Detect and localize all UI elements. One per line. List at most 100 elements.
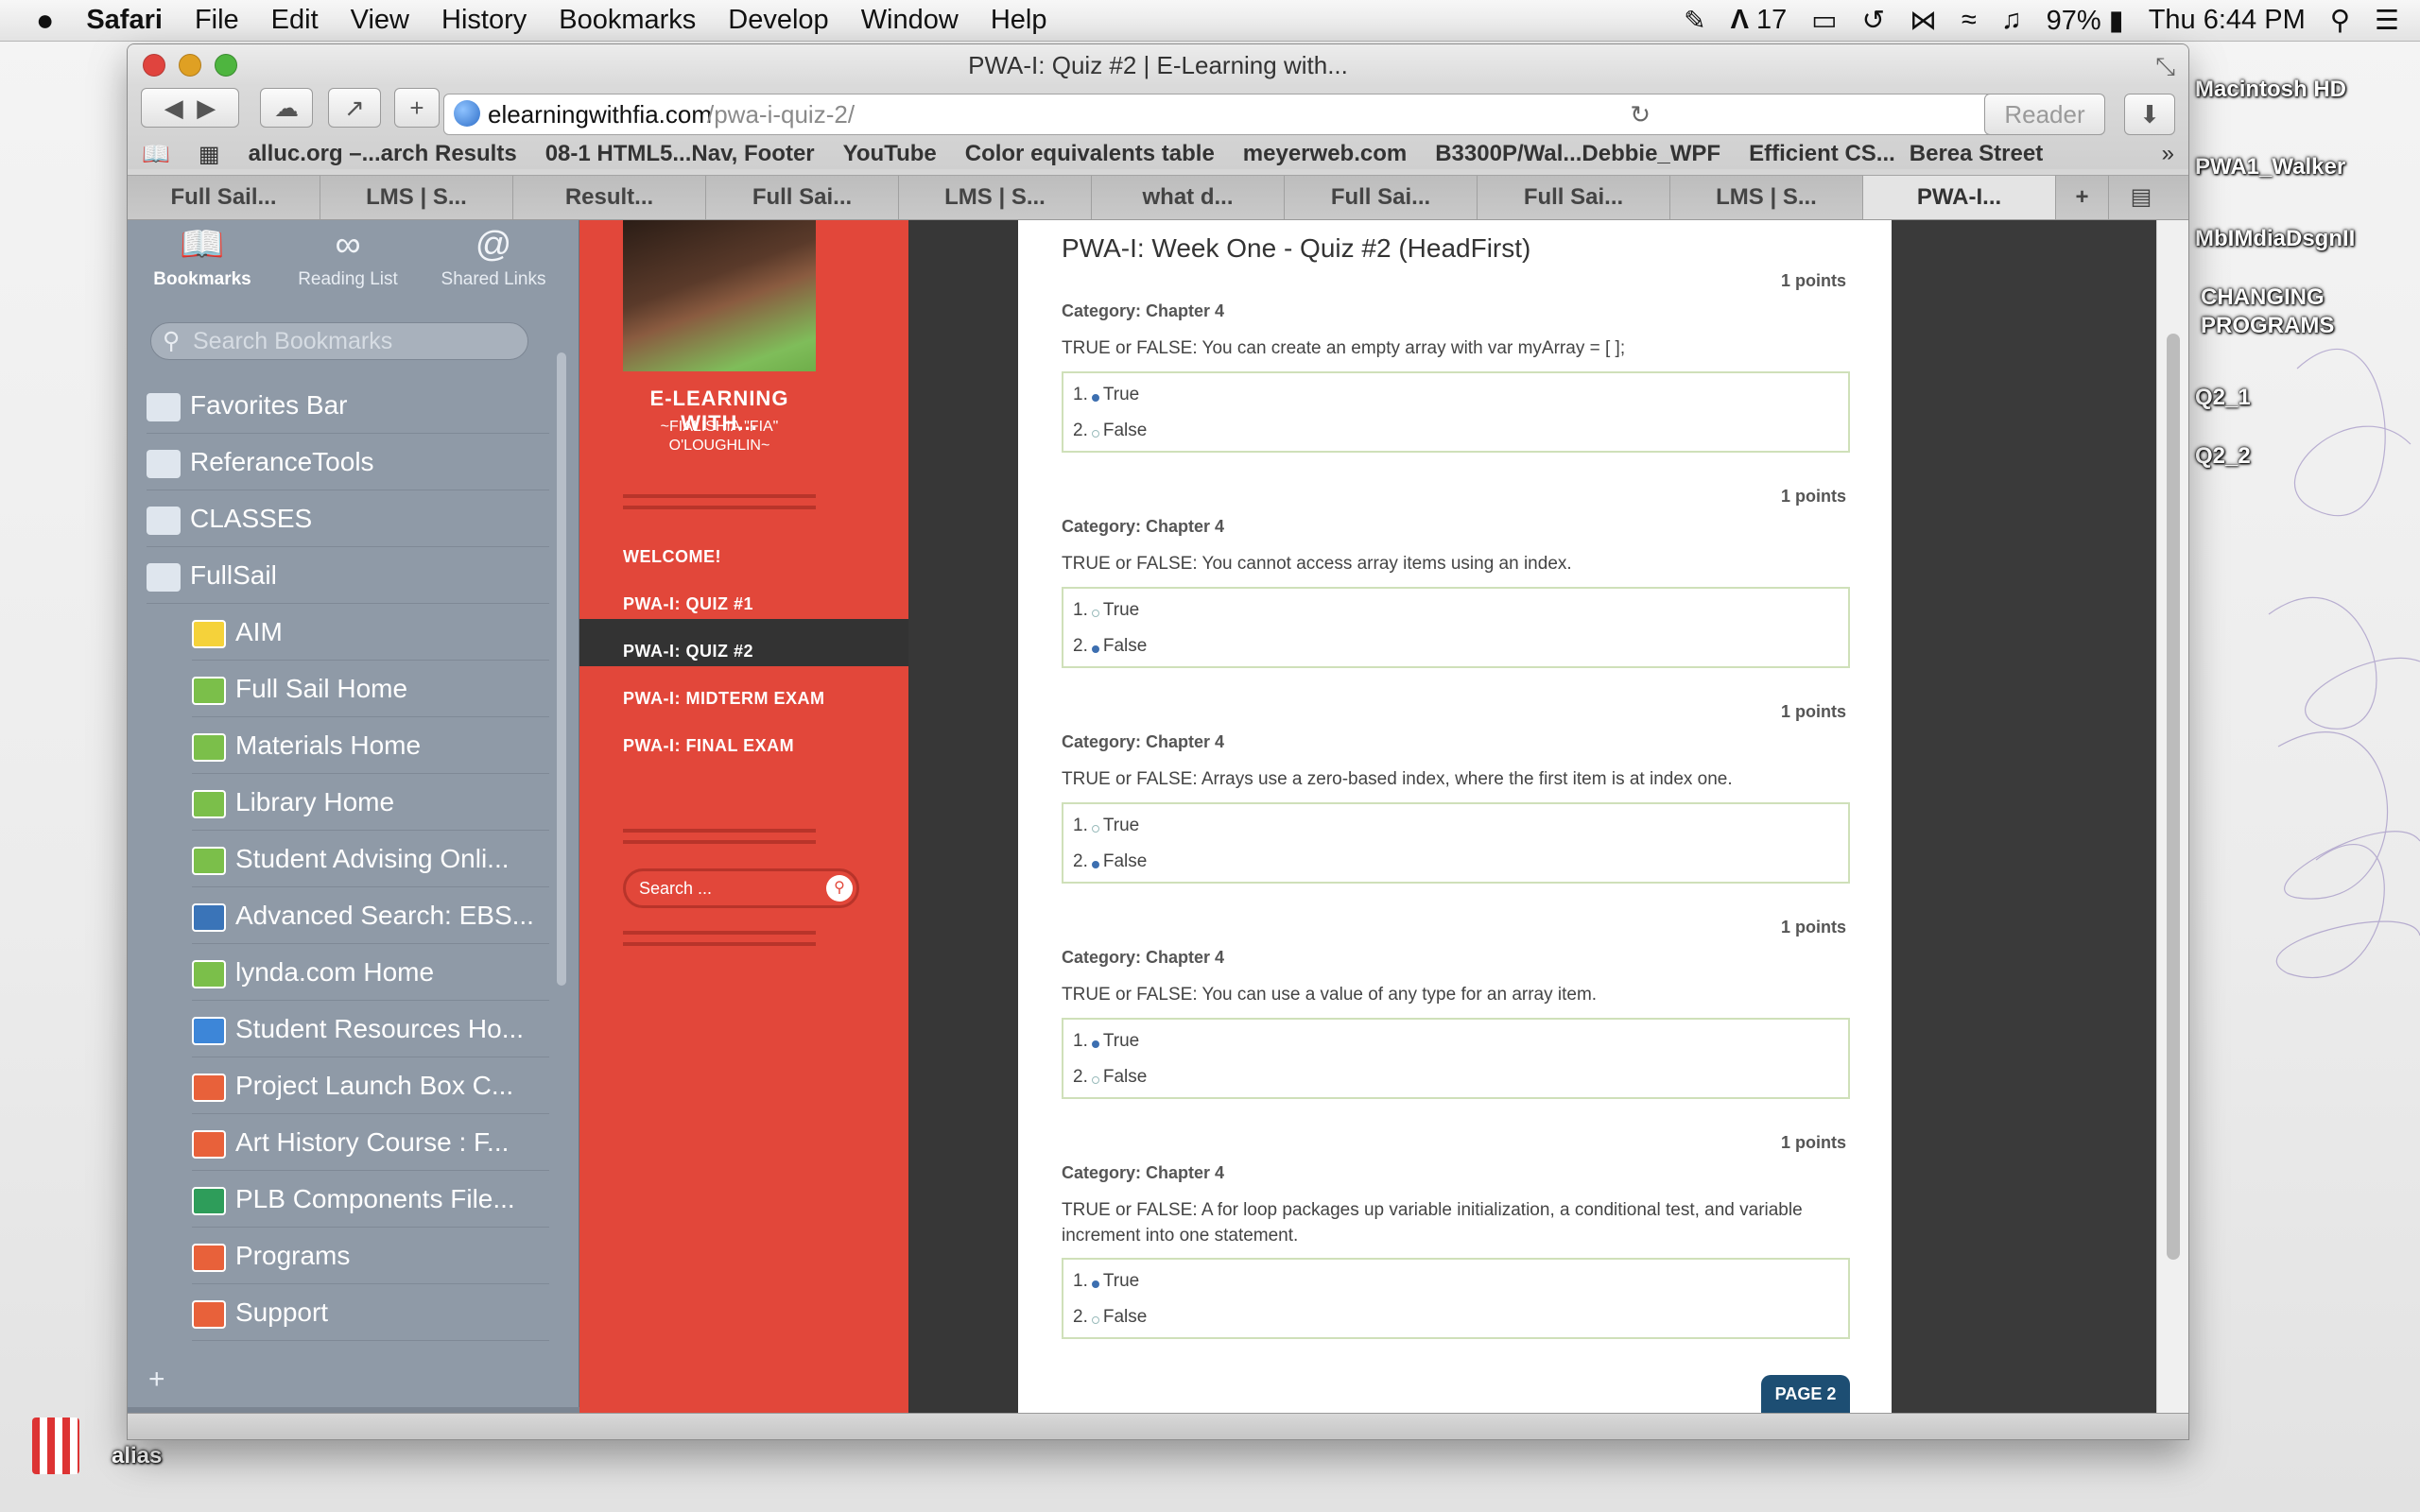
answer-option[interactable]: 2. False xyxy=(1073,636,1147,657)
desktop-icon-mbimdiadsgnii[interactable]: MbIMdiaDsgnII xyxy=(2195,225,2355,253)
reader-button[interactable]: Reader xyxy=(1984,94,2105,135)
bookmark-youtube[interactable]: YouTube xyxy=(829,141,951,167)
tab[interactable]: Result... xyxy=(513,176,706,219)
tab-overview-button[interactable]: ▤ xyxy=(2109,176,2173,219)
notification-center-icon[interactable]: ☰ xyxy=(2375,4,2399,37)
sidebar-folder-classes[interactable]: CLASSES xyxy=(147,490,549,547)
share-button[interactable]: ↗ xyxy=(328,88,381,128)
battery-status[interactable]: 97% ▮ xyxy=(2047,4,2124,37)
menu-window[interactable]: Window xyxy=(845,5,975,36)
icloud-tabs-button[interactable]: ☁ xyxy=(260,88,313,128)
sidebar-folder-favorites[interactable]: Favorites Bar xyxy=(147,377,549,434)
tab[interactable]: Full Sai... xyxy=(1478,176,1670,219)
sidebar-bookmark-item[interactable]: Art History Course : F... xyxy=(192,1114,549,1171)
sidebar-bookmark-item[interactable]: Project Launch Box C... xyxy=(192,1057,549,1114)
menu-file[interactable]: File xyxy=(179,5,255,36)
sidebar-bookmark-item[interactable]: Library Home xyxy=(192,774,549,831)
answer-option[interactable]: 1. True xyxy=(1073,1271,1139,1292)
answer-option[interactable]: 1. True xyxy=(1073,385,1139,405)
spotlight-icon[interactable]: ⚲ xyxy=(2330,4,2350,37)
sidebar-folder-fullsail[interactable]: FullSail xyxy=(147,547,549,604)
menu-edit[interactable]: Edit xyxy=(255,5,335,36)
bookmark-efficient-css[interactable]: Efficient CS... xyxy=(1735,141,1910,167)
forward-icon[interactable]: ▶ xyxy=(197,94,216,123)
menu-history[interactable]: History xyxy=(425,5,543,36)
popcorn-icon[interactable] xyxy=(32,1418,79,1474)
top-sites-grid-icon[interactable]: ▦ xyxy=(184,141,234,168)
radio-button[interactable] xyxy=(1091,1040,1099,1048)
sidebar-tab-bookmarks[interactable]: 📖 Bookmarks xyxy=(131,220,273,315)
nav-midterm[interactable]: PWA-I: MIDTERM EXAM xyxy=(623,689,825,709)
show-sidebar-book-icon[interactable]: 📖 xyxy=(128,141,184,168)
radio-button[interactable] xyxy=(1091,645,1099,653)
answer-option[interactable]: 2. False xyxy=(1073,851,1147,872)
sidebar-bookmark-item[interactable]: Student Resources Ho... xyxy=(192,1001,549,1057)
radio-button[interactable] xyxy=(1091,430,1099,438)
downloads-button[interactable]: ⬇ xyxy=(2124,94,2175,135)
tab[interactable]: Full Sail... xyxy=(128,176,320,219)
sidebar-bookmark-item[interactable]: Full Sail Home xyxy=(192,661,549,717)
airplay-icon[interactable]: ▭ xyxy=(1811,4,1837,37)
answer-option[interactable]: 2. False xyxy=(1073,1067,1147,1088)
sidebar-folder-referancetools[interactable]: ReferanceTools xyxy=(147,434,549,490)
bookmark-color-table[interactable]: Color equivalents table xyxy=(951,141,1229,167)
next-page-button[interactable]: PAGE 2 xyxy=(1761,1375,1850,1413)
clock[interactable]: Thu 6:44 PM xyxy=(2149,5,2306,36)
bookmarks-overflow-icon[interactable]: » xyxy=(2148,141,2188,167)
radio-button[interactable] xyxy=(1091,861,1099,868)
bookmark-b3300p[interactable]: B3300P/Wal...Debbie_WPF xyxy=(1421,141,1735,167)
reload-icon[interactable]: ↻ xyxy=(1630,94,1651,134)
zoom-window-button[interactable] xyxy=(215,54,237,77)
fullscreen-icon[interactable]: ⤡ xyxy=(2155,52,2175,82)
sidebar-bookmark-item[interactable]: PLB Components File... xyxy=(192,1171,549,1228)
volume-icon[interactable]: ♫ xyxy=(2001,5,2022,36)
bookmark-meyerweb[interactable]: meyerweb.com xyxy=(1229,141,1421,167)
bookmark-html5-nav[interactable]: 08-1 HTML5...Nav, Footer xyxy=(531,141,829,167)
evernote-icon[interactable]: ✎ xyxy=(1684,5,1705,36)
desktop-icon-q2-2[interactable]: Q2_2 xyxy=(2195,442,2251,471)
nav-welcome[interactable]: WELCOME! xyxy=(623,547,721,567)
answer-option[interactable]: 1. True xyxy=(1073,816,1139,836)
menu-view[interactable]: View xyxy=(335,5,425,36)
sidebar-bookmark-item[interactable]: AIM xyxy=(192,604,549,661)
address-bar[interactable]: elearningwithfia.com /pwa-i-quiz-2/ ↻ xyxy=(443,94,2096,135)
page-scroll-thumb[interactable] xyxy=(2167,334,2180,1260)
sidebar-bookmark-item[interactable]: Support xyxy=(192,1284,549,1341)
add-bookmark-button[interactable]: + xyxy=(148,1364,165,1396)
radio-button[interactable] xyxy=(1091,1076,1099,1084)
desktop-icon-changing-programs[interactable]: CHANGING PROGRAMS xyxy=(2201,284,2334,340)
sidebar-bookmark-item[interactable]: lynda.com Home xyxy=(192,944,549,1001)
radio-button[interactable] xyxy=(1091,394,1099,402)
desktop-icon-pwa1-walker[interactable]: PWA1_Walker xyxy=(2195,153,2345,181)
bookmark-berea-street[interactable]: Berea Street xyxy=(1910,141,2057,167)
new-tab-plus-button[interactable]: + xyxy=(394,88,440,128)
sidebar-bookmark-item[interactable]: Advanced Search: EBS... xyxy=(192,887,549,944)
close-window-button[interactable] xyxy=(143,54,165,77)
sidebar-scrollbar[interactable] xyxy=(557,352,566,986)
tab-active[interactable]: PWA-I... xyxy=(1863,176,2056,219)
bookmarks-search-input[interactable]: ⚲ Search Bookmarks xyxy=(150,322,528,360)
time-machine-icon[interactable]: ↺ xyxy=(1862,4,1885,37)
sidebar-bookmark-item[interactable]: Materials Home xyxy=(192,717,549,774)
answer-option[interactable]: 1. True xyxy=(1073,600,1139,621)
answer-option[interactable]: 2. False xyxy=(1073,1307,1147,1328)
answer-option[interactable]: 2. False xyxy=(1073,421,1147,441)
apple-menu-icon[interactable]: ● xyxy=(0,3,70,38)
radio-button[interactable] xyxy=(1091,825,1099,833)
new-tab-button[interactable]: + xyxy=(2056,176,2109,219)
menu-help[interactable]: Help xyxy=(975,5,1063,36)
nav-quiz-2[interactable]: PWA-I: QUIZ #2 xyxy=(623,642,753,662)
site-search-input[interactable]: Search ... ⚲ xyxy=(623,868,859,908)
menu-bookmarks[interactable]: Bookmarks xyxy=(543,5,712,36)
tab[interactable]: LMS | S... xyxy=(320,176,513,219)
adobe-badge[interactable]: Λ 17 xyxy=(1731,5,1788,36)
bookmark-alluc[interactable]: alluc.org –...arch Results xyxy=(234,141,531,167)
minimize-window-button[interactable] xyxy=(179,54,201,77)
tab[interactable]: LMS | S... xyxy=(899,176,1092,219)
sidebar-bookmark-item[interactable]: Programs xyxy=(192,1228,549,1284)
answer-option[interactable]: 1. True xyxy=(1073,1031,1139,1052)
back-icon[interactable]: ◀ xyxy=(164,94,183,123)
tab[interactable]: LMS | S... xyxy=(1670,176,1863,219)
radio-button[interactable] xyxy=(1091,610,1099,617)
desktop-icon-q2-1[interactable]: Q2_1 xyxy=(2195,384,2251,412)
